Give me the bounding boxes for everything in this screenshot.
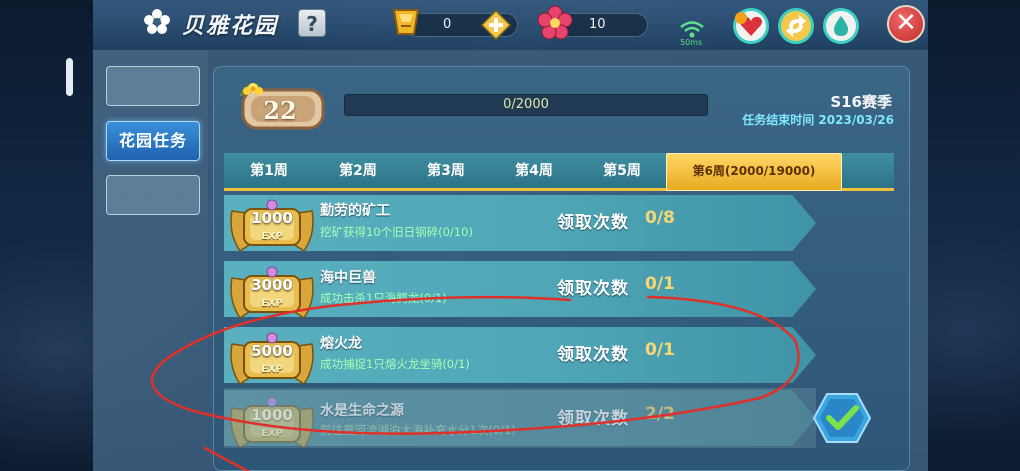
task-end-time: 任务结束时间 2023/03/26 xyxy=(742,113,894,127)
exp-tag: EXP xyxy=(261,298,283,309)
task-name: 熔火龙 xyxy=(320,336,362,352)
claim-count-label: 领取次数 xyxy=(557,279,629,299)
flower-icon xyxy=(144,9,170,34)
exp-reward-value: 5000 xyxy=(251,342,293,360)
wifi-icon xyxy=(680,21,704,38)
ping-label: 50ms xyxy=(680,38,703,47)
task-name: 水是生命之源 xyxy=(320,403,404,419)
exp-badge-icon xyxy=(230,266,314,320)
garden-level: 22 xyxy=(263,96,297,125)
level-progress-label: 0/2000 xyxy=(503,97,549,112)
exp-badge-icon xyxy=(230,199,314,253)
week-tabs: 第1周 第2周 第3周 第4周 第5周 第6周(2000/19000) xyxy=(224,153,894,191)
close-button[interactable]: ✕ xyxy=(887,5,925,43)
sidebar-item-exchange[interactable]: 花园兑换 xyxy=(106,175,200,215)
swap-status-button[interactable] xyxy=(778,8,814,44)
swap-arrow-icon xyxy=(786,15,806,37)
task-description: 成功捕捉1只熔火龙坐骑(0/1) xyxy=(320,357,470,371)
tab-week-4[interactable]: 第4周 xyxy=(490,153,578,191)
status-dot xyxy=(735,12,747,24)
claim-count-value: 0/1 xyxy=(645,340,675,360)
level-progress-bar: 0/2000 xyxy=(344,94,708,116)
tab-week-3[interactable]: 第3周 xyxy=(402,153,490,191)
exp-reward-value: 1000 xyxy=(251,209,293,227)
gold-gem-value: 0 xyxy=(443,17,452,32)
tab-week-1[interactable]: 第1周 xyxy=(224,153,314,191)
task-name: 海中巨兽 xyxy=(320,270,376,286)
sidebar-item-rewards[interactable]: 花园奖励 xyxy=(106,66,200,106)
page-title: 贝雅花园 xyxy=(182,13,279,39)
water-status-button[interactable] xyxy=(823,8,859,44)
claim-count-label: 领取次数 xyxy=(557,345,629,365)
exp-tag: EXP xyxy=(261,231,283,242)
claim-count-value: 0/1 xyxy=(645,274,675,294)
water-drop-icon xyxy=(834,16,848,36)
gold-gem-icon xyxy=(392,9,420,35)
add-resource-button[interactable] xyxy=(481,10,511,40)
task-name: 勤劳的矿工 xyxy=(320,203,390,219)
red-flower-icon xyxy=(537,5,573,40)
exp-reward-value: 3000 xyxy=(251,276,293,294)
exp-badge-icon xyxy=(230,332,314,386)
sidebar xyxy=(93,50,208,471)
exp-reward-value: 1000 xyxy=(251,406,293,424)
exp-badge-icon xyxy=(230,396,314,450)
task-description: 挖矿获得10个旧日钢碎(0/10) xyxy=(320,225,473,239)
game-screen: 贝雅花园 ? 0 10 50ms ✕ 花园奖励 花园任务 花园兑换 22 0/2… xyxy=(0,0,1020,471)
tab-week-6[interactable]: 第6周(2000/19000) xyxy=(666,153,842,191)
task-description: 前往是河流湖泊大海补充水分1次(0/1) xyxy=(320,423,516,437)
help-button[interactable]: ? xyxy=(298,9,326,37)
claim-count-label: 领取次数 xyxy=(557,409,629,429)
tab-week-2[interactable]: 第2周 xyxy=(314,153,402,191)
exp-tag: EXP xyxy=(261,364,283,375)
task-description: 成功击杀1只海鳄龙(0/1) xyxy=(320,291,447,305)
claim-count-value: 0/8 xyxy=(645,208,675,228)
exp-tag: EXP xyxy=(261,428,283,439)
tab-week-5[interactable]: 第5周 xyxy=(578,153,666,191)
claim-count-label: 领取次数 xyxy=(557,213,629,233)
phone-side-indicator xyxy=(66,58,73,96)
claimed-check-button[interactable] xyxy=(812,392,872,444)
sidebar-item-tasks[interactable]: 花园任务 xyxy=(106,121,200,161)
claim-count-value: 2/2 xyxy=(645,404,675,424)
season-label: S16赛季 xyxy=(830,93,892,111)
red-flower-value: 10 xyxy=(589,17,606,32)
